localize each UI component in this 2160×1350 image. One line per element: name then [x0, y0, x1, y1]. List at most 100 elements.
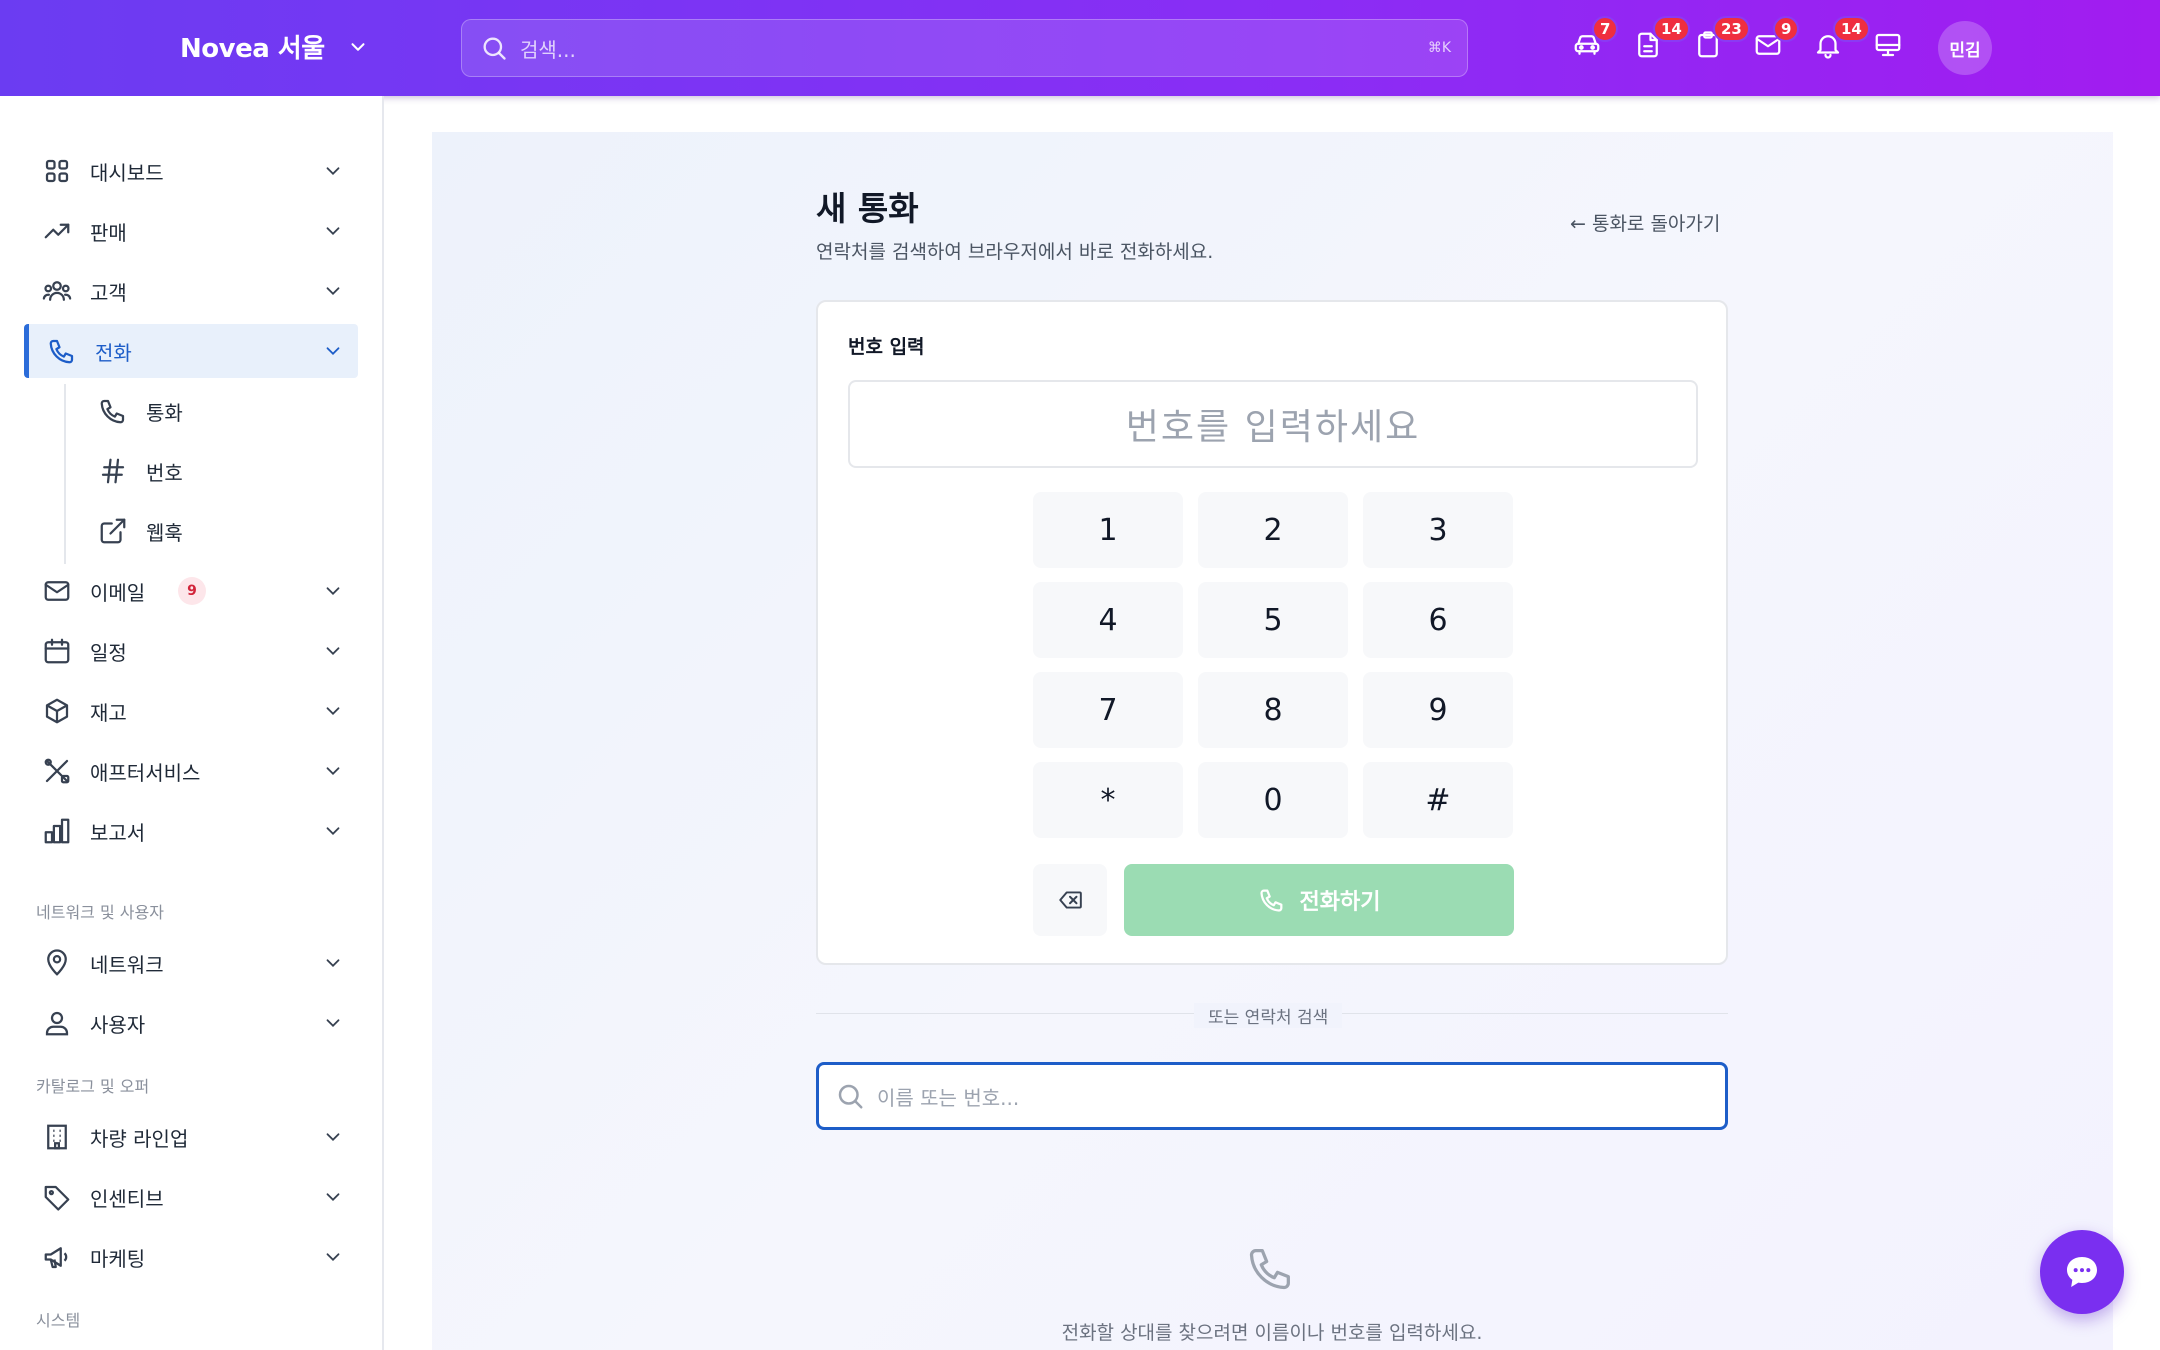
dial-key[interactable]: 9: [1363, 672, 1513, 748]
sidebar-subitem-calls[interactable]: 통화: [96, 384, 356, 438]
chevron-down-icon: [326, 1193, 340, 1202]
search-icon: [483, 37, 506, 60]
dial-key[interactable]: 4: [1033, 582, 1183, 658]
search-placeholder: 검색...: [520, 37, 576, 62]
divider-text: 또는 연락처 검색: [1194, 1003, 1343, 1028]
bar-chart-icon: [44, 818, 70, 844]
number-input[interactable]: 번호를 입력하세요: [848, 380, 1698, 468]
monitor-icon[interactable]: [1873, 30, 1907, 64]
clipboard-icon[interactable]: 23: [1693, 16, 1750, 64]
sidebar-item-label: 고객: [90, 280, 127, 305]
sidebar-item-label: 사용자: [90, 1012, 146, 1037]
chevron-down-icon: [326, 227, 340, 236]
back-to-calls-link[interactable]: ← 통화로 돌아가기: [1570, 209, 1720, 236]
dial-key[interactable]: *: [1033, 762, 1183, 838]
sidebar-item-phone[interactable]: 전화: [24, 324, 358, 378]
notification-badge: 9: [1773, 16, 1800, 42]
page-title: 새 통화: [816, 189, 919, 228]
chat-icon: [2067, 1257, 2097, 1287]
sidebar-item-users[interactable]: 사용자: [24, 996, 358, 1050]
search-icon: [838, 1084, 863, 1109]
search-shortcut: ⌘K: [1427, 40, 1451, 56]
building-icon: [47, 1124, 67, 1150]
dial-key[interactable]: 6: [1363, 582, 1513, 658]
page-subtitle: 연락처를 검색하여 브라우저에서 바로 전화하세요.: [816, 241, 1214, 263]
sidebar-subitem-numbers[interactable]: 번호: [96, 444, 356, 498]
bell-icon[interactable]: 14: [1813, 16, 1870, 64]
call-button[interactable]: 전화하기: [1124, 864, 1514, 936]
sidebar-item-sales[interactable]: 판매: [24, 204, 358, 258]
sidebar-item-label: 네트워크: [90, 952, 164, 977]
dial-key[interactable]: 8: [1198, 672, 1348, 748]
megaphone-icon: [44, 1247, 68, 1269]
tag-icon: [44, 1185, 70, 1211]
global-search-input[interactable]: 검색... ⌘K: [461, 19, 1468, 77]
map-pin-icon: [47, 949, 67, 976]
sidebar-item-label: 판매: [90, 220, 127, 245]
phone-icon: [100, 399, 125, 424]
sidebar-item-dashboard[interactable]: 대시보드: [24, 144, 358, 198]
dial-key[interactable]: 0: [1198, 762, 1348, 838]
sidebar-item-incentives[interactable]: 인센티브: [24, 1170, 358, 1224]
chevron-down-icon: [326, 647, 340, 656]
sidebar-subitem-label: 번호: [146, 460, 183, 485]
mail-icon[interactable]: 9: [1753, 16, 1800, 64]
chevron-down-icon: [351, 42, 365, 51]
dialer-card: 번호 입력 번호를 입력하세요 1 2 3 4 5 6 7 8 9 * 0 # …: [816, 300, 1728, 965]
sidebar-item-inventory[interactable]: 재고: [24, 684, 358, 738]
dial-key[interactable]: 1: [1033, 492, 1183, 568]
dial-key[interactable]: 3: [1363, 492, 1513, 568]
dashboard-grid-icon: [45, 159, 69, 183]
sidebar-item-label: 보고서: [90, 820, 146, 845]
chevron-down-icon: [326, 167, 340, 176]
chevron-down-icon: [326, 347, 340, 356]
contact-search-input[interactable]: 이름 또는 번호...: [816, 1062, 1728, 1130]
mail-icon: [44, 581, 70, 601]
dial-key[interactable]: 2: [1198, 492, 1348, 568]
chat-button[interactable]: [2040, 1230, 2124, 1314]
sidebar: 대시보드 판매 고객 전화 통화 번호 웹훅 이메일 9 일정 재고 애프터서비…: [0, 96, 384, 1350]
sidebar-item-schedule[interactable]: 일정: [24, 624, 358, 678]
tools-icon: [44, 758, 70, 784]
brand-switcher[interactable]: Novea 서울: [180, 28, 369, 65]
sidebar-item-vehicle-lineup[interactable]: 차량 라인업: [24, 1110, 358, 1164]
backspace-icon: [1059, 891, 1082, 909]
sidebar-item-label: 일정: [90, 640, 127, 665]
section-label-system: 시스템: [36, 1311, 81, 1330]
sidebar-item-label: 대시보드: [90, 160, 164, 185]
phone-icon: [1249, 1249, 1290, 1290]
chevron-down-icon: [326, 1253, 340, 1262]
user-icon: [45, 1011, 69, 1036]
avatar[interactable]: 민김: [1938, 21, 1992, 75]
chevron-down-icon: [326, 707, 340, 716]
notification-badge: 14: [1653, 16, 1690, 42]
notification-badge: 23: [1713, 16, 1750, 42]
sidebar-subitem-webhooks[interactable]: 웹훅: [96, 504, 356, 558]
chevron-down-icon: [326, 959, 340, 968]
sidebar-item-after-service[interactable]: 애프터서비스: [24, 744, 358, 798]
phone-icon: [49, 339, 74, 364]
car-icon[interactable]: 7: [1572, 16, 1619, 64]
phone-icon: [1259, 889, 1282, 912]
sidebar-item-customers[interactable]: 고객: [24, 264, 358, 318]
chevron-down-icon: [326, 767, 340, 776]
notification-badge: 7: [1592, 16, 1619, 42]
sidebar-item-reports[interactable]: 보고서: [24, 804, 358, 858]
sidebar-item-label: 재고: [90, 700, 127, 725]
backspace-button[interactable]: [1033, 864, 1107, 936]
sidebar-subitem-label: 웹훅: [146, 520, 183, 545]
sidebar-item-email[interactable]: 이메일 9: [24, 564, 358, 618]
dial-key[interactable]: 7: [1033, 672, 1183, 748]
sidebar-item-label: 인센티브: [90, 1186, 164, 1211]
calendar-icon: [44, 638, 70, 664]
sidebar-item-network[interactable]: 네트워크: [24, 936, 358, 990]
document-icon[interactable]: 14: [1633, 16, 1690, 64]
chevron-down-icon: [326, 587, 340, 596]
sidebar-item-label: 차량 라인업: [90, 1126, 189, 1151]
dial-key[interactable]: #: [1363, 762, 1513, 838]
chevron-down-icon: [326, 1133, 340, 1142]
dial-key[interactable]: 5: [1198, 582, 1348, 658]
sidebar-item-marketing[interactable]: 마케팅: [24, 1230, 358, 1284]
contact-search-placeholder: 이름 또는 번호...: [877, 1085, 1020, 1110]
section-label-network: 네트워크 및 사용자: [36, 903, 164, 922]
